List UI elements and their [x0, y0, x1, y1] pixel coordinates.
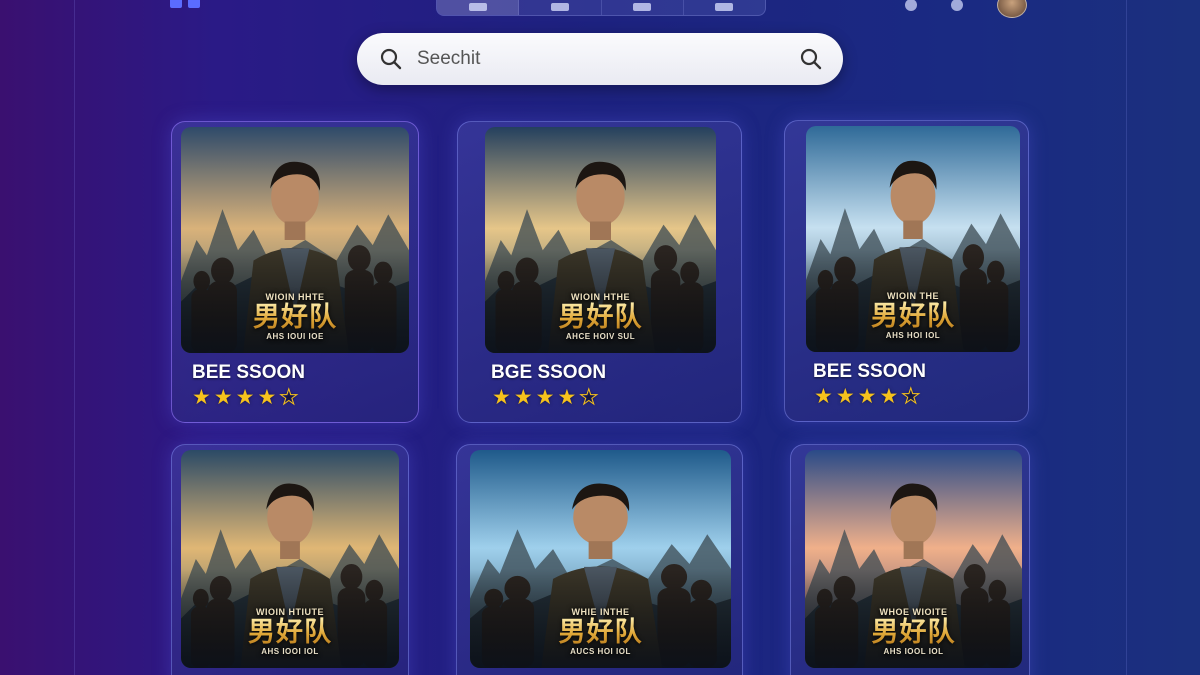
poster-title-block: WHIE INTHE 男好队 AUCS HOI IOL: [470, 607, 731, 656]
star-filled-icon: ★: [513, 386, 533, 409]
movie-card[interactable]: WIOIN HTHE 男好队 AHCE HOIV SUL BGE SSOON ★ ★ ★ ★ ★: [457, 121, 742, 423]
tv-icon: [550, 3, 569, 11]
tab-grid[interactable]: [602, 0, 684, 15]
poster-title-block: WIOIN HTIUTE 男好队 AHS IOOI IOL: [181, 607, 399, 656]
poster-title-block: WIOIN HHTE 男好队 AHS IOUI IOE: [181, 292, 409, 341]
star-filled-icon: ★: [835, 385, 855, 408]
poster-tagline: WIOIN HHTE: [265, 292, 325, 302]
poster-title: 男好队: [181, 617, 399, 647]
poster-title-block: WIOIN THE 男好队 AHS HOI IOL: [806, 291, 1020, 340]
tab-home[interactable]: [437, 0, 520, 15]
poster-title: 男好队: [181, 302, 409, 332]
star-filled-icon: ★: [192, 386, 211, 409]
poster-title: 男好队: [485, 302, 716, 332]
poster-title-block: WIOIN HTHE 男好队 AHCE HOIV SUL: [485, 292, 716, 341]
star-rating: ★ ★ ★ ★ ★: [192, 386, 299, 410]
frame-left-edge: [74, 0, 75, 675]
star-rating: ★ ★ ★ ★ ★: [814, 385, 921, 409]
star-filled-icon: ★: [213, 386, 233, 409]
star-empty-icon: ★: [579, 386, 599, 410]
poster-tagline: WHOE WIOITE: [879, 607, 948, 617]
star-filled-icon: ★: [235, 386, 255, 409]
movie-poster[interactable]: WHIE INTHE 男好队 AUCS HOI IOL: [470, 450, 731, 668]
star-empty-icon: ★: [279, 386, 299, 410]
star-filled-icon: ★: [535, 386, 555, 409]
poster-title: 男好队: [470, 617, 731, 647]
poster-title: 男好队: [806, 301, 1020, 331]
movie-card[interactable]: WIOIN THE 男好队 AHS HOI IOL BEE SSOON ★ ★ ★ ★ ★: [784, 120, 1029, 422]
star-empty-icon: ★: [901, 385, 921, 409]
movie-poster[interactable]: WIOIN HHTE 男好队 AHS IOUI IOE: [181, 127, 409, 353]
movie-poster[interactable]: WHOE WIOITE 男好队 AHS IOOL IOL: [805, 450, 1022, 668]
movie-card[interactable]: WIOIN HTIUTE 男好队 AHS IOOI IOL: [171, 444, 409, 675]
star-filled-icon: ★: [879, 385, 899, 408]
library-icon: [715, 3, 734, 11]
search-submit-icon[interactable]: [799, 47, 823, 71]
movie-poster[interactable]: WIOIN THE 男好队 AHS HOI IOL: [806, 126, 1020, 352]
grid-icon: [633, 3, 652, 11]
movie-poster[interactable]: WIOIN HTIUTE 男好队 AHS IOOI IOL: [181, 450, 399, 668]
poster-subtitle: AHS IOOL IOL: [883, 647, 944, 656]
movie-card[interactable]: WIOIN HHTE 男好队 AHS IOUI IOE BEE SSOON ★ ★ ★ ★ ★: [171, 121, 419, 423]
star-filled-icon: ★: [857, 385, 877, 408]
tab-tv[interactable]: [519, 0, 602, 15]
poster-tagline: WHIE INTHE: [571, 607, 630, 617]
poster-title-block: WHOE WIOITE 男好队 AHS IOOL IOL: [805, 607, 1022, 656]
poster-subtitle: AHS IOUI IOE: [266, 332, 324, 341]
bell-icon[interactable]: [905, 0, 917, 11]
star-filled-icon: ★: [492, 386, 511, 409]
star-filled-icon: ★: [814, 385, 833, 408]
movie-poster[interactable]: WIOIN HTHE 男好队 AHCE HOIV SUL: [485, 127, 716, 353]
search-icon: [380, 48, 402, 70]
user-avatar[interactable]: [997, 0, 1027, 18]
movie-title[interactable]: BGE SSOON: [491, 362, 606, 384]
poster-subtitle: AHCE HOIV SUL: [565, 332, 636, 341]
search-input[interactable]: [415, 47, 799, 71]
movie-card[interactable]: WHOE WIOITE 男好队 AHS IOOL IOL: [790, 444, 1030, 675]
poster-subtitle: AHS IOOI IOL: [261, 647, 319, 656]
movie-card[interactable]: WHIE INTHE 男好队 AUCS HOI IOL: [456, 444, 743, 675]
home-icon: [468, 3, 487, 11]
poster-tagline: WIOIN HTHE: [571, 292, 630, 302]
top-navigation: [436, 0, 766, 16]
movie-title[interactable]: BEE SSOON: [192, 362, 305, 384]
poster-subtitle: AUCS HOI IOL: [570, 647, 631, 656]
poster-tagline: WIOIN THE: [887, 291, 939, 301]
top-right-actions: [905, 0, 1027, 18]
star-filled-icon: ★: [557, 386, 577, 409]
poster-subtitle: AHS HOI IOL: [885, 331, 941, 340]
poster-title: 男好队: [805, 617, 1022, 647]
settings-icon[interactable]: [951, 0, 963, 11]
star-rating: ★ ★ ★ ★ ★: [492, 386, 599, 410]
frame-right-edge: [1126, 0, 1127, 675]
star-filled-icon: ★: [257, 386, 277, 409]
tab-library[interactable]: [684, 0, 765, 15]
poster-tagline: WIOIN HTIUTE: [256, 607, 324, 617]
movie-title[interactable]: BEE SSOON: [813, 361, 926, 383]
search-bar[interactable]: [357, 33, 843, 85]
app-logo-icon[interactable]: [170, 0, 204, 8]
